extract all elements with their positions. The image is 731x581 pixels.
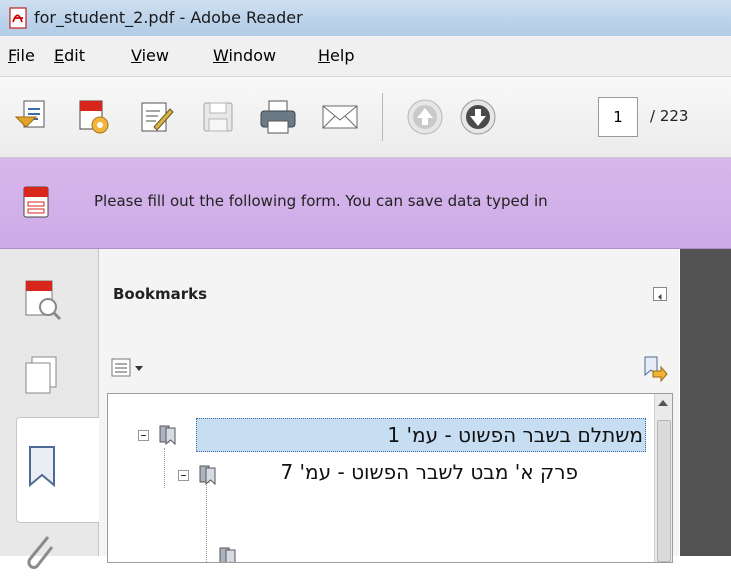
adobe-reader-icon [9,7,27,29]
document-area[interactable] [680,249,731,556]
bookmark-icon[interactable] [18,439,66,491]
menu-window[interactable]: Window [213,46,276,65]
bookmarks-tree: משתלם בשבר הפשוט - עמ' 1 פרק א' מבט לשבר… [107,393,673,563]
page-down-icon[interactable] [458,97,498,137]
title-bar: for_student_2.pdf - Adobe Reader [0,0,731,37]
chevron-left-icon [658,294,662,300]
menu-help[interactable]: Help [318,46,354,65]
bookmark-icon [219,547,236,562]
panel-title: Bookmarks [113,285,208,303]
menu-bar: File Edit View Window Help [0,36,731,77]
bookmark-icon [199,465,216,486]
menu-edit[interactable]: Edit [54,46,85,65]
menu-file[interactable]: File [8,46,35,65]
layers-icon[interactable] [18,349,66,401]
tree-toggle-collapse[interactable] [178,470,189,481]
edit-icon[interactable] [136,97,176,137]
scroll-thumb[interactable] [657,420,671,562]
bookmarks-panel: Bookmarks משתלם בשבר הפשוט - עמ' 1 פרק א… [99,249,679,563]
navigation-pane-tabs [0,249,99,569]
scroll-up-arrow-icon[interactable] [658,400,668,406]
tree-toggle-collapse[interactable] [138,430,149,441]
tree-line [206,482,207,562]
page-thumbnails-icon[interactable] [18,273,66,325]
save-icon[interactable] [198,97,238,137]
print-icon[interactable] [258,97,298,137]
collapse-panel-button[interactable] [653,287,667,301]
bookmark-item[interactable]: פרק א' מבט לשבר הפשוט - עמ' 7 [238,458,578,486]
expand-bookmark-icon[interactable] [639,353,669,383]
bookmark-item-selected[interactable]: משתלם בשבר הפשוט - עמ' 1 [196,418,646,452]
bookmark-icon [159,425,176,446]
attachment-icon[interactable] [18,529,66,581]
menu-view[interactable]: View [131,46,169,65]
form-notice-bar: Please fill out the following form. You … [0,158,731,249]
create-pdf-icon[interactable] [12,97,52,137]
toolbar: / 223 [0,77,731,158]
toolbar-separator [382,93,383,141]
form-icon [23,186,49,218]
page-number-input[interactable] [598,97,638,137]
form-notice-text: Please fill out the following form. You … [94,192,548,210]
settings-pdf-icon[interactable] [74,97,114,137]
page-total: / 223 [650,107,689,125]
bookmark-options-button[interactable] [111,357,151,379]
page-up-icon[interactable] [405,97,445,137]
tree-scrollbar[interactable] [654,394,672,562]
window-title: for_student_2.pdf - Adobe Reader [34,8,303,27]
email-icon[interactable] [320,97,360,137]
tree-line [164,448,165,488]
